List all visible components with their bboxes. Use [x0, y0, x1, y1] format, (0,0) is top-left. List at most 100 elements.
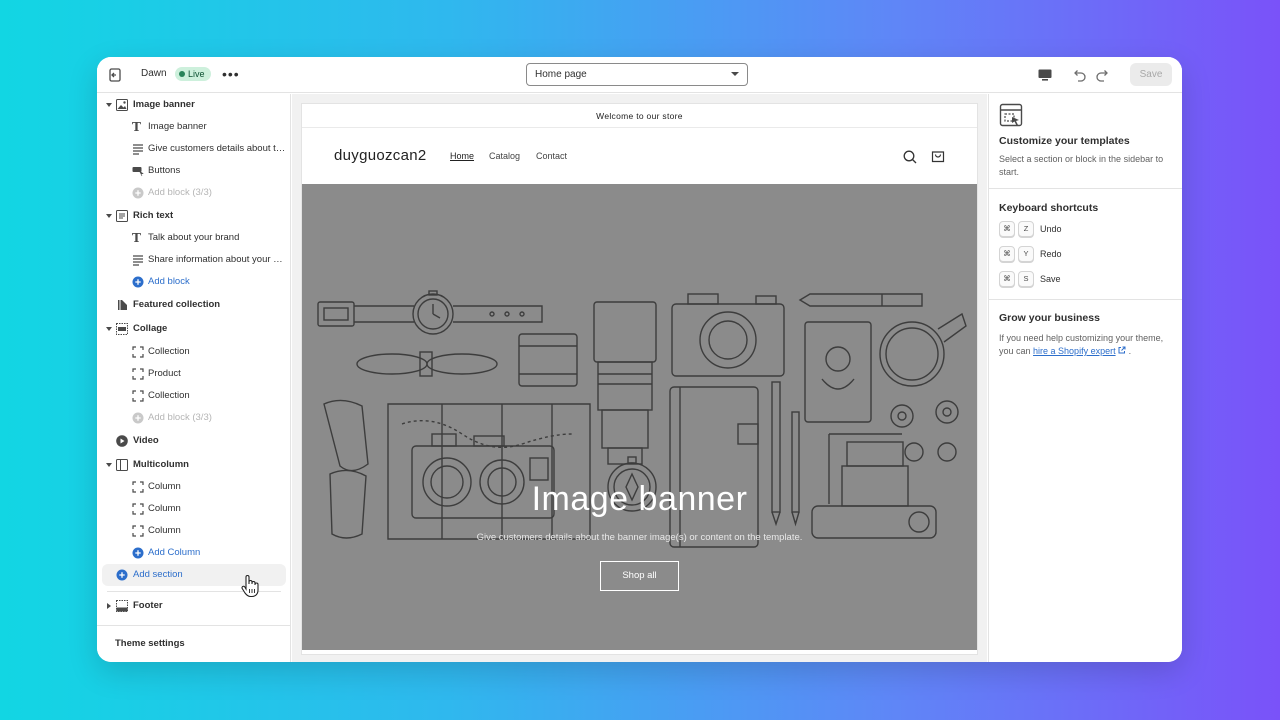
block-label: Talk about your brand: [148, 232, 240, 243]
dashed-square-icon: [132, 481, 144, 493]
play-icon: [116, 435, 128, 447]
caret-down-icon[interactable]: [106, 214, 112, 218]
command-key-icon: ⌘: [999, 271, 1015, 287]
paragraph-icon: [133, 255, 143, 266]
plus-circle-icon: [132, 187, 144, 199]
section-featured-collection[interactable]: Featured collection: [97, 295, 291, 315]
shortcut-key: Z: [1018, 221, 1034, 237]
section-collage[interactable]: Collage: [97, 319, 291, 339]
shortcut-label: Save: [1040, 274, 1061, 284]
plus-circle-icon: [132, 547, 144, 559]
divider: [97, 625, 291, 626]
section-label: Image banner: [133, 99, 195, 110]
exit-icon[interactable]: [107, 66, 125, 84]
theme-settings-button[interactable]: Theme settings: [115, 638, 185, 649]
save-button[interactable]: Save: [1130, 63, 1172, 86]
section-rich-text[interactable]: Rich text: [97, 206, 291, 226]
block-label: Share information about your brand with …: [148, 254, 286, 265]
section-multicolumn[interactable]: Multicolumn: [97, 455, 291, 475]
section-image-banner[interactable]: Image banner: [97, 95, 291, 115]
undo-icon[interactable]: [1070, 66, 1088, 84]
grow-title: Grow your business: [999, 312, 1100, 324]
block-item[interactable]: Column: [97, 477, 291, 497]
block-item[interactable]: Product: [97, 364, 291, 384]
block-item[interactable]: Buttons: [97, 161, 291, 181]
block-label: Image banner: [148, 121, 207, 132]
banner-subtitle: Give customers details about the banner …: [476, 532, 803, 543]
cart-icon[interactable]: [930, 148, 946, 164]
block-item[interactable]: Collection: [97, 342, 291, 362]
shop-all-button[interactable]: Shop all: [600, 561, 679, 591]
text-icon: T: [132, 231, 141, 245]
block-item[interactable]: Share information about your brand with …: [97, 250, 291, 270]
external-link-icon[interactable]: [1118, 346, 1126, 354]
more-actions-button[interactable]: •••: [222, 67, 240, 81]
block-item[interactable]: Column: [97, 499, 291, 519]
add-block-label: Add block (3/3): [148, 187, 212, 198]
inspector-panel: Customize your templates Select a sectio…: [988, 94, 1182, 662]
add-column-label: Add Column: [148, 547, 201, 558]
customize-template-icon: [999, 103, 1023, 127]
search-icon[interactable]: [902, 149, 918, 165]
block-item[interactable]: Collection: [97, 386, 291, 406]
paragraph-icon: [133, 144, 143, 155]
section-label: Video: [133, 435, 159, 446]
image-banner[interactable]: Image banner Give customers details abou…: [302, 184, 977, 650]
section-video[interactable]: Video: [97, 431, 291, 451]
customize-text: Select a section or block in the sidebar…: [999, 154, 1164, 177]
rich-text-icon: [116, 210, 128, 222]
announcement-bar: Welcome to our store: [302, 104, 977, 128]
caret-down-icon[interactable]: [106, 463, 112, 467]
theme-name: Dawn: [141, 68, 167, 79]
add-block-button[interactable]: Add block (3/3): [97, 183, 291, 203]
theme-editor-window: Dawn Live ••• Home page Save Image banne…: [97, 57, 1182, 662]
store-header: duyguozcan2 Home Catalog Contact: [302, 129, 977, 184]
section-label: Collage: [133, 323, 168, 334]
collage-icon: [116, 323, 128, 335]
section-label: Rich text: [133, 210, 174, 221]
shortcut-undo: ⌘ Z Undo: [999, 220, 1062, 238]
dashed-square-icon: [132, 503, 144, 515]
block-label: Column: [148, 503, 181, 514]
block-item[interactable]: Column: [97, 521, 291, 541]
footer-icon: [116, 600, 128, 612]
block-item[interactable]: T Image banner: [97, 117, 291, 137]
block-label: Give customers details about the banner …: [148, 143, 286, 154]
block-item[interactable]: T Talk about your brand: [97, 228, 291, 248]
shortcuts-title: Keyboard shortcuts: [999, 202, 1099, 214]
caret-down-icon[interactable]: [106, 327, 112, 331]
block-item[interactable]: Give customers details about the banner …: [97, 139, 291, 159]
banner-title: Image banner: [531, 480, 748, 518]
section-footer[interactable]: Footer: [97, 596, 291, 616]
dashed-square-icon: [132, 390, 144, 402]
add-section-label: Add section: [133, 569, 183, 580]
redo-icon[interactable]: [1094, 66, 1112, 84]
add-block-button[interactable]: Add block (3/3): [97, 408, 291, 428]
block-label: Product: [148, 368, 181, 379]
dashed-square-icon: [132, 346, 144, 358]
grow-text: If you need help customizing your theme,…: [999, 332, 1169, 358]
nav-home[interactable]: Home: [450, 151, 474, 161]
nav-catalog[interactable]: Catalog: [489, 151, 520, 161]
store-logo[interactable]: duyguozcan2: [334, 147, 427, 164]
hire-expert-link[interactable]: hire a Shopify expert: [1033, 346, 1116, 356]
caret-right-icon[interactable]: [107, 603, 111, 609]
hand-cursor-icon: [241, 575, 259, 598]
caret-down-icon[interactable]: [106, 103, 112, 107]
buttons-icon: [132, 167, 144, 177]
add-column-button[interactable]: Add Column: [97, 543, 291, 563]
plus-circle-icon: [132, 276, 144, 288]
shortcut-label: Undo: [1040, 224, 1062, 234]
customize-title: Customize your templates: [999, 135, 1130, 147]
page-select[interactable]: Home page: [526, 63, 748, 86]
divider: [989, 188, 1182, 189]
command-key-icon: ⌘: [999, 246, 1015, 262]
desktop-preview-icon[interactable]: [1037, 67, 1053, 83]
add-block-button[interactable]: Add block: [97, 272, 291, 292]
nav-contact[interactable]: Contact: [536, 151, 567, 161]
chevron-down-icon: [731, 72, 739, 76]
section-label: Multicolumn: [133, 459, 189, 470]
block-label: Column: [148, 525, 181, 536]
block-label: Collection: [148, 390, 190, 401]
preview-area: Welcome to our store duyguozcan2 Home Ca…: [292, 94, 987, 662]
